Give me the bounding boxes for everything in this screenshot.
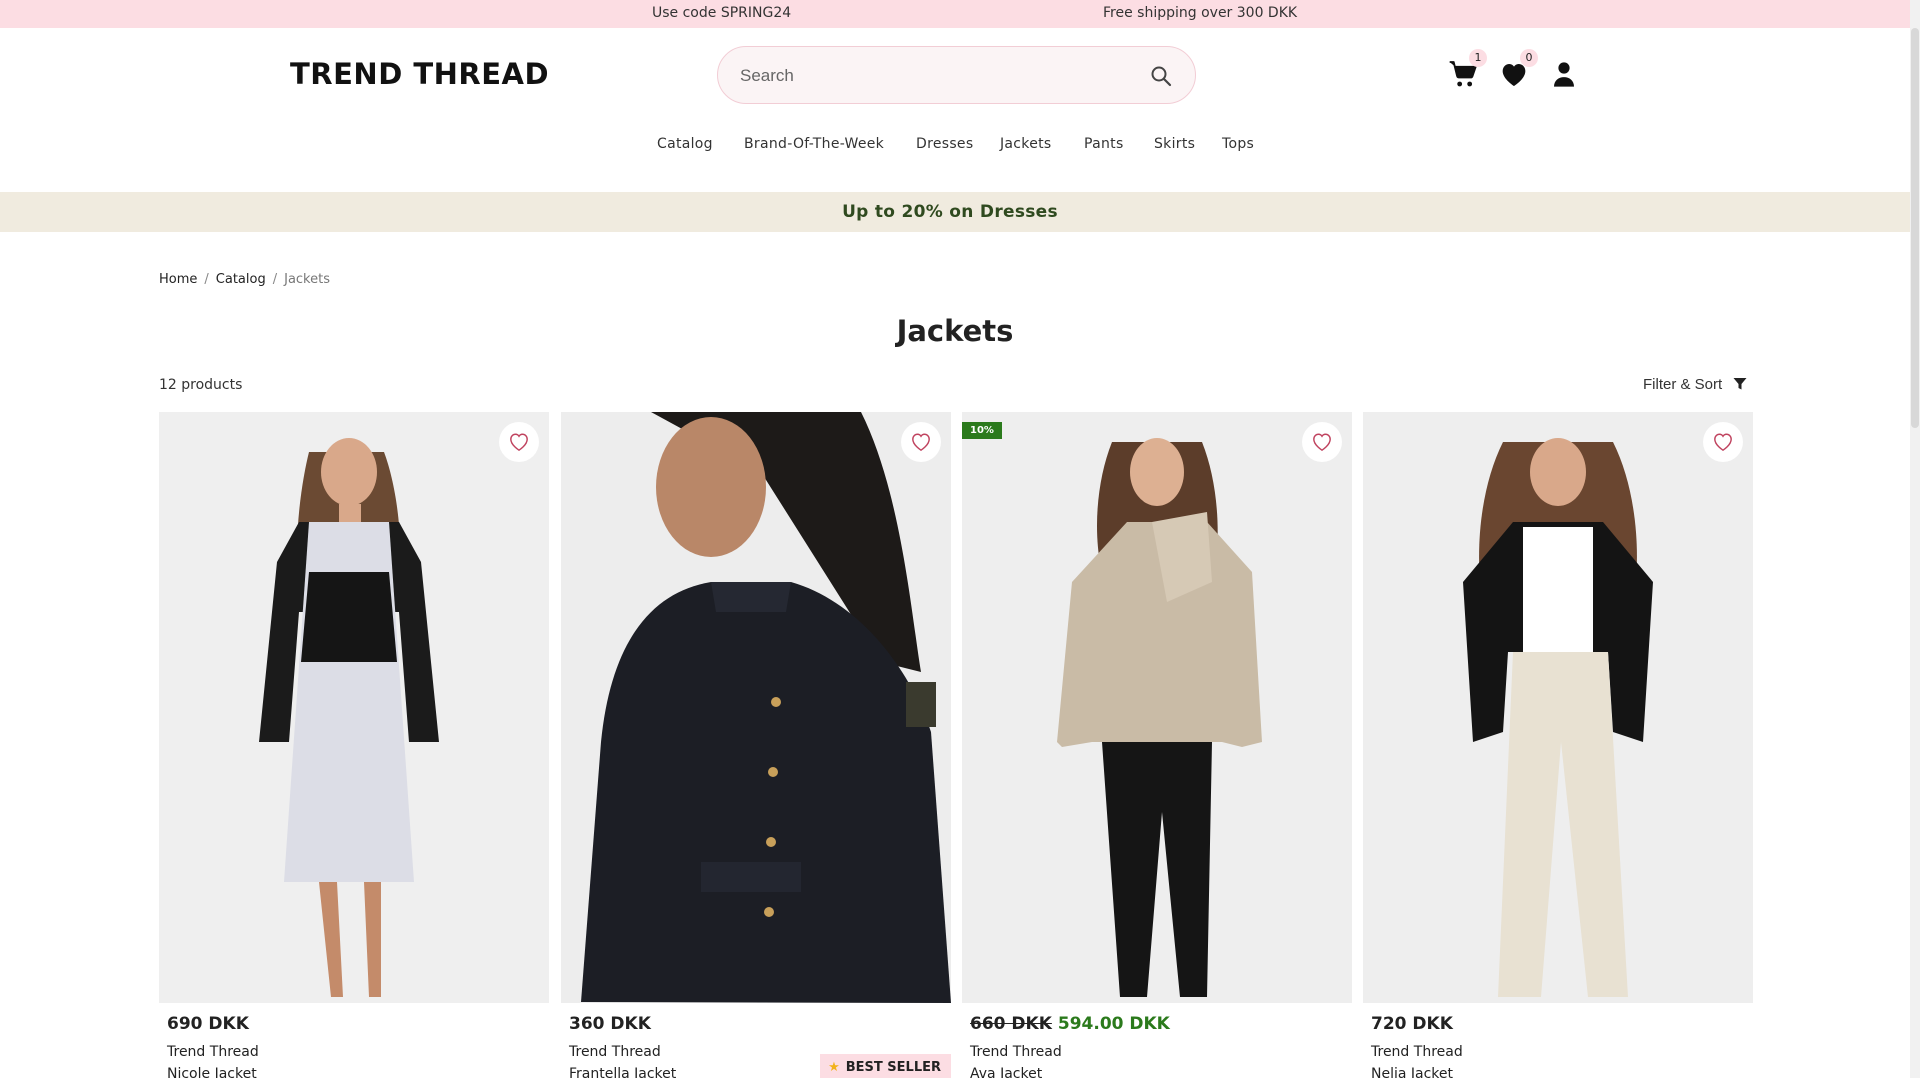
product-price: 360 DKK: [569, 1014, 651, 1034]
product-price: 720 DKK: [1371, 1014, 1453, 1034]
product-brand: Trend Thread: [167, 1044, 259, 1060]
product-brand: Trend Thread: [569, 1044, 661, 1060]
breadcrumb-current: Jackets: [284, 272, 330, 287]
product-photo: [561, 412, 951, 1003]
breadcrumb-home[interactable]: Home: [159, 272, 197, 287]
original-price: 660 DKK: [970, 1014, 1052, 1034]
product-name[interactable]: Nicole Jacket: [167, 1066, 257, 1078]
product-image[interactable]: [561, 412, 951, 1003]
search-input[interactable]: [740, 62, 1120, 90]
product-name[interactable]: Ava Jacket: [970, 1066, 1042, 1078]
heart-outline-icon: [912, 433, 930, 452]
scrollbar[interactable]: [1910, 0, 1920, 1078]
product-image[interactable]: [159, 412, 549, 1003]
nav-item-brand-of-the-week[interactable]: Brand-Of-The-Week: [744, 136, 884, 152]
product-name[interactable]: Nelia Jacket: [1371, 1066, 1453, 1078]
product-photo: [1363, 412, 1753, 1003]
product-card[interactable]: 720 DKK Trend Thread Nelia Jacket: [1363, 412, 1753, 1078]
search-box[interactable]: [717, 46, 1196, 104]
product-photo: [159, 412, 549, 1003]
wishlist-count-badge: 0: [1520, 49, 1538, 67]
breadcrumb-catalog[interactable]: Catalog: [216, 272, 266, 287]
wishlist-button[interactable]: 0: [1498, 49, 1538, 90]
breadcrumb: Home / Catalog / Jackets: [159, 272, 330, 287]
search-icon[interactable]: [1149, 64, 1173, 88]
cart-count-badge: 1: [1469, 49, 1487, 67]
product-name[interactable]: Frantella Jacket: [569, 1066, 676, 1078]
announcement-bar: Use code SPRING24 Free shipping over 300…: [0, 0, 1910, 28]
heart-outline-icon: [510, 433, 528, 452]
heart-outline-icon: [1313, 433, 1331, 452]
sale-price: 594.00 DKK: [1057, 1014, 1170, 1034]
promo-text: Up to 20% on Dresses: [842, 202, 1058, 222]
discount-badge: 10%: [962, 422, 1002, 439]
product-photo: [962, 412, 1352, 1003]
breadcrumb-separator: /: [272, 272, 278, 287]
heart-outline-icon: [1714, 433, 1732, 452]
cart-button[interactable]: 1: [1447, 49, 1487, 90]
product-count: 12 products: [159, 377, 243, 393]
best-seller-badge: ★ BEST SELLER: [820, 1054, 951, 1078]
scrollbar-thumb[interactable]: [1911, 28, 1919, 428]
product-card[interactable]: 690 DKK Trend Thread Nicole Jacket: [159, 412, 549, 1078]
filter-icon: [1733, 378, 1747, 390]
account-button[interactable]: [1548, 58, 1580, 90]
best-seller-label: BEST SELLER: [845, 1060, 941, 1075]
product-brand: Trend Thread: [970, 1044, 1062, 1060]
product-card[interactable]: 360 DKK Trend Thread Frantella Jacket ★ B…: [561, 412, 951, 1078]
user-icon: [1554, 62, 1574, 87]
product-card[interactable]: 10% 660 DKK 594.00 DKK Trend Thread Ava J…: [962, 412, 1352, 1078]
product-brand: Trend Thread: [1371, 1044, 1463, 1060]
store-logo[interactable]: TREND THREAD: [290, 57, 549, 91]
filter-sort-label: Filter & Sort: [1643, 376, 1723, 393]
wishlist-toggle[interactable]: [499, 422, 539, 462]
product-price: 690 DKK: [167, 1014, 249, 1034]
nav-item-jackets[interactable]: Jackets: [1000, 136, 1052, 152]
nav-item-skirts[interactable]: Skirts: [1154, 136, 1195, 152]
promo-banner[interactable]: Up to 20% on Dresses: [0, 192, 1910, 232]
star-icon: ★: [828, 1060, 840, 1075]
filter-sort-button[interactable]: Filter & Sort: [1643, 376, 1747, 393]
main-nav: Catalog Brand-Of-The-Week Dresses Jacket…: [0, 136, 1910, 156]
breadcrumb-separator: /: [204, 272, 209, 287]
page-title: Jackets: [896, 314, 1014, 348]
nav-item-catalog[interactable]: Catalog: [657, 136, 713, 152]
nav-item-tops[interactable]: Tops: [1222, 136, 1254, 152]
wishlist-toggle[interactable]: [901, 422, 941, 462]
product-image[interactable]: 10%: [962, 412, 1352, 1003]
promo-code-text: Use code SPRING24: [652, 5, 792, 21]
wishlist-toggle[interactable]: [1703, 422, 1743, 462]
product-image[interactable]: [1363, 412, 1753, 1003]
nav-item-dresses[interactable]: Dresses: [916, 136, 973, 152]
wishlist-toggle[interactable]: [1302, 422, 1342, 462]
product-price: 660 DKK 594.00 DKK: [970, 1014, 1170, 1034]
free-shipping-text: Free shipping over 300 DKK: [1103, 5, 1298, 21]
nav-item-pants[interactable]: Pants: [1084, 136, 1124, 152]
